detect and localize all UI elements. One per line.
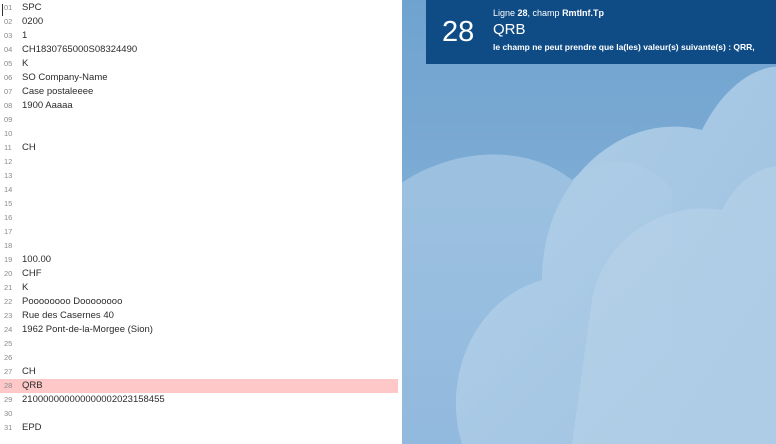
line-number: 24 — [4, 325, 13, 334]
editor-line[interactable]: 27 CH — [0, 365, 398, 379]
app-window: 01 SPC 02 0200 03 1 04 CH1830765000S08324490 05 K… — [0, 0, 776, 444]
line-text: CH — [22, 366, 36, 377]
editor-line[interactable]: 13 — [0, 169, 398, 183]
validation-error-panel: 28 Ligne 28, champ RmtInf.Tp QRB le cham… — [426, 0, 776, 64]
line-number: 30 — [4, 409, 13, 418]
line-number: 22 — [4, 297, 13, 306]
line-number: 01 — [4, 3, 13, 12]
editor-line[interactable]: 09 — [0, 113, 398, 127]
editor-line[interactable]: 17 — [0, 225, 398, 239]
editor-line[interactable]: 02 0200 — [0, 15, 398, 29]
editor-line-error[interactable]: 28 QRB — [0, 379, 398, 393]
line-number: 10 — [4, 129, 13, 138]
line-number: 18 — [4, 241, 13, 250]
line-number: 17 — [4, 227, 13, 236]
heading-field: RmtInf.Tp — [562, 8, 605, 18]
editor-line[interactable]: 21 K — [0, 281, 398, 295]
editor-line[interactable]: 24 1962 Pont-de-la-Morgee (Sion) — [0, 323, 398, 337]
heading-line: 28 — [517, 8, 528, 18]
line-text: CH1830765000S08324490 — [22, 44, 138, 55]
editor-line[interactable]: 11 CH — [0, 141, 398, 155]
editor-line[interactable]: 25 — [0, 337, 398, 351]
editor-line[interactable]: 03 1 — [0, 29, 398, 43]
line-number: 09 — [4, 115, 13, 124]
line-number: 04 — [4, 45, 13, 54]
line-number: 25 — [4, 339, 13, 348]
editor-line[interactable]: 14 — [0, 183, 398, 197]
heading-middle: , champ — [527, 8, 563, 18]
editor-line[interactable]: 20 CHF — [0, 267, 398, 281]
line-number: 16 — [4, 213, 13, 222]
line-text: 1900 Aaaaa — [22, 100, 73, 111]
editor-line[interactable]: 16 — [0, 211, 398, 225]
editor-line[interactable]: 29 210000000000000002023158455 — [0, 393, 398, 407]
line-text: EPD — [22, 422, 42, 433]
error-heading: Ligne 28, champ RmtInf.Tp — [493, 8, 604, 18]
line-text: 100.00 — [22, 254, 52, 265]
line-number: 13 — [4, 171, 13, 180]
error-message: le champ ne peut prendre que la(les) val… — [493, 42, 755, 52]
line-number: 20 — [4, 269, 13, 278]
line-text: Rue des Casernes 40 — [22, 310, 114, 321]
line-number: 02 — [4, 17, 13, 26]
line-number: 26 — [4, 353, 13, 362]
line-text: SO Company-Name — [22, 72, 108, 83]
editor-line[interactable]: 19 100.00 — [0, 253, 398, 267]
editor-line[interactable]: 08 1900 Aaaaa — [0, 99, 398, 113]
editor-line[interactable]: 18 — [0, 239, 398, 253]
line-text: 1962 Pont-de-la-Morgee (Sion) — [22, 324, 153, 335]
error-value: QRB — [493, 21, 526, 38]
line-text: 210000000000000002023158455 — [22, 394, 165, 405]
editor-line[interactable]: 05 K — [0, 57, 398, 71]
line-number: 03 — [4, 31, 13, 40]
line-number: 31 — [4, 423, 13, 432]
line-number: 06 — [4, 73, 13, 82]
line-number: 21 — [4, 283, 13, 292]
editor-line[interactable]: 15 — [0, 197, 398, 211]
editor-line[interactable]: 31 EPD — [0, 421, 398, 435]
line-text: 0200 — [22, 16, 44, 27]
line-number: 27 — [4, 367, 13, 376]
heading-prefix: Ligne — [493, 8, 518, 18]
line-number: 28 — [4, 381, 13, 390]
editor-line[interactable]: 26 — [0, 351, 398, 365]
line-number: 15 — [4, 199, 13, 208]
editor-line[interactable]: 12 — [0, 155, 398, 169]
editor-line[interactable]: 07 Case postaleeee — [0, 85, 398, 99]
line-number: 23 — [4, 311, 13, 320]
line-number: 08 — [4, 101, 13, 110]
line-number: 11 — [4, 143, 12, 152]
editor-line[interactable]: 10 — [0, 127, 398, 141]
line-number: 19 — [4, 255, 13, 264]
line-text: 1 — [22, 30, 28, 41]
line-number: 14 — [4, 185, 13, 194]
line-number: 07 — [4, 87, 13, 96]
editor-line[interactable]: 06 SO Company-Name — [0, 71, 398, 85]
line-text: SPC — [22, 2, 42, 13]
cloud-illustration — [402, 66, 776, 444]
editor-line[interactable]: 01 SPC — [0, 1, 398, 15]
line-text: CHF — [22, 268, 42, 279]
line-text: K — [22, 58, 29, 69]
line-text: QRB — [22, 380, 43, 391]
editor-line[interactable]: 23 Rue des Casernes 40 — [0, 309, 398, 323]
editor-line[interactable]: 30 — [0, 407, 398, 421]
line-number: 12 — [4, 157, 13, 166]
line-text: CH — [22, 142, 36, 153]
editor-line[interactable]: 04 CH1830765000S08324490 — [0, 43, 398, 57]
line-text: Poooooooo Doooooooo — [22, 296, 123, 307]
line-text: Case postaleeee — [22, 86, 94, 97]
line-number: 29 — [4, 395, 13, 404]
desktop-background — [402, 0, 776, 444]
line-number: 05 — [4, 59, 13, 68]
line-text: K — [22, 282, 29, 293]
text-editor[interactable]: 01 SPC 02 0200 03 1 04 CH1830765000S08324490 05 K… — [0, 0, 402, 444]
error-line-number: 28 — [442, 16, 475, 48]
editor-line[interactable]: 22 Poooooooo Doooooooo — [0, 295, 398, 309]
